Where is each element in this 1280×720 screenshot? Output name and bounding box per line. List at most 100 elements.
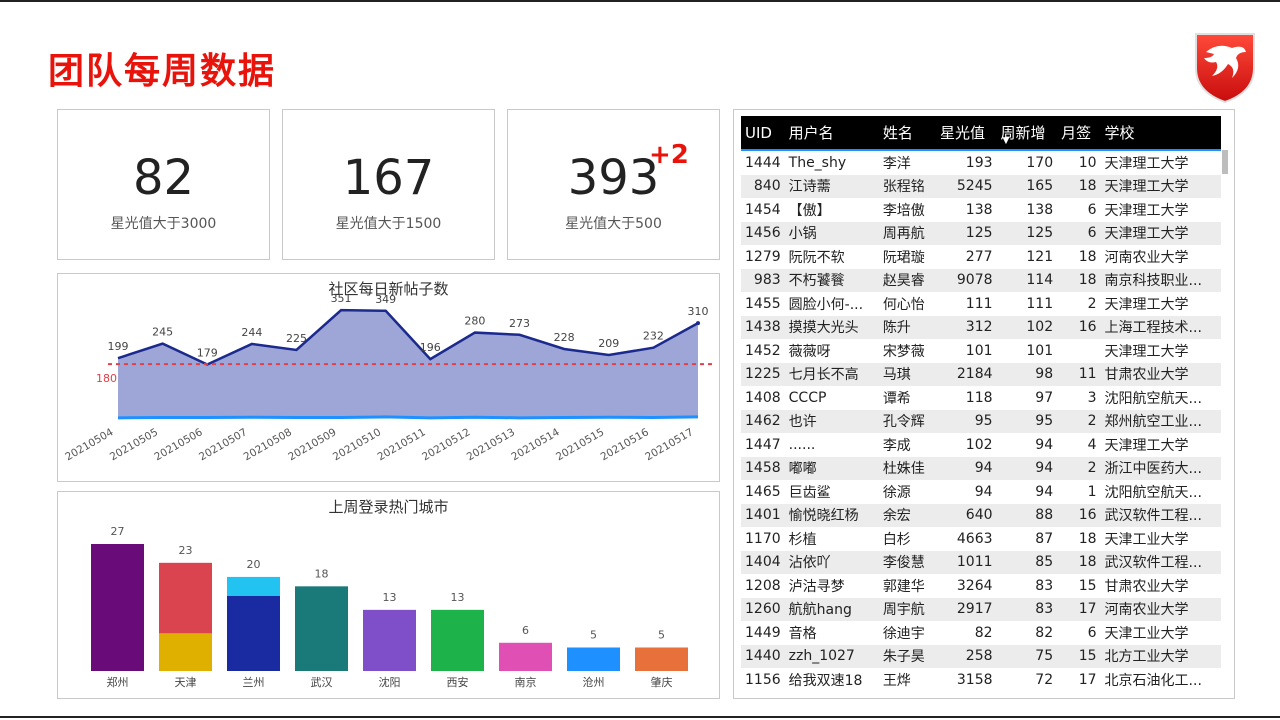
table-cell: 1208 <box>745 577 781 594</box>
table-cell: 312 <box>935 315 997 339</box>
table-cell: CCCP <box>788 389 827 406</box>
table-row[interactable]: 1447...... 李成 102 94 4 天津理工大学 <box>741 433 1221 457</box>
column-header[interactable]: 月签 <box>1057 116 1101 151</box>
table-cell: 1401 <box>741 503 785 527</box>
x-category-label: 西安 <box>447 675 469 689</box>
table-row[interactable]: 1465 巨齿鲨 徐源 94 94 1 沈阳航空航天... <box>741 480 1221 504</box>
table-cell: 阮珺璇 <box>882 249 925 266</box>
table-row[interactable]: 1401 愉悦晓红杨 余宏 640 88 16 武汉软件工程... <box>741 503 1221 527</box>
table-cell: 周再航 <box>878 221 936 245</box>
table-cell: 巨齿鲨 <box>788 484 831 501</box>
table-row[interactable]: 1444 The_shy 李洋 193 170 10 天津理工大学 <box>741 150 1221 175</box>
table-row[interactable]: 1225 七月长不高 马琪 2184 98 11 甘肃农业大学 <box>741 362 1221 386</box>
table-row[interactable]: 1458 嘟嘟 杜姝佳 94 94 2 浙江中医药大... <box>741 456 1221 480</box>
table-cell: 118 <box>965 389 993 406</box>
x-tick-label: 20210512 <box>420 426 472 463</box>
bar-segment <box>567 647 620 671</box>
table-cell: 1458 <box>741 456 785 480</box>
table-cell: 121 <box>1026 248 1054 265</box>
kpi-label: 星光值大于1500 <box>335 216 442 232</box>
kpi-value: 82 <box>132 150 195 206</box>
table-cell: 102 <box>965 436 993 453</box>
table-cell: 1404 <box>741 550 785 574</box>
table-row[interactable]: 1279 阮阮不软 阮珺璇 277 121 18 河南农业大学 <box>741 245 1221 269</box>
table-header-row: UID 用户名 姓名 星光值 周新增 ▼ 月签 学校 <box>741 116 1221 151</box>
table-cell: 94 <box>996 456 1058 480</box>
column-header[interactable]: UID <box>741 116 785 151</box>
data-label: 245 <box>152 326 173 339</box>
bar-value-label: 18 <box>315 567 329 580</box>
data-label: 199 <box>108 340 129 353</box>
table-cell: 天津理工大学 <box>1104 343 1189 360</box>
table-cell: 陈升 <box>878 315 936 339</box>
table-row[interactable]: 1170 杉植 白杉 4663 87 18 天津工业大学 <box>741 527 1221 551</box>
table-cell: 南京科技职业... <box>1100 268 1221 292</box>
table-cell: 94 <box>974 483 993 500</box>
table-scrollbar[interactable] <box>1222 150 1228 174</box>
table-cell: 983 <box>741 268 785 292</box>
table-row[interactable]: 1455 圆脸小何-... 何心怡 111 111 2 天津理工大学 <box>741 292 1221 316</box>
data-label: 225 <box>286 332 307 345</box>
table-cell: 4663 <box>956 530 993 547</box>
x-tick-label: 20210506 <box>152 426 205 463</box>
table-row[interactable]: 1408 CCCP 谭希 118 97 3 沈阳航空航天... <box>741 386 1221 410</box>
sort-desc-icon: ▼ <box>1002 136 1010 146</box>
table-cell: 天津理工大学 <box>1104 437 1189 454</box>
table-cell: 1408 <box>745 389 781 406</box>
column-header[interactable]: 周新增 ▼ <box>996 116 1058 151</box>
table-cell: 82 <box>1035 624 1054 641</box>
table-row[interactable]: 1454 【傲】 李培傲 138 138 6 天津理工大学 <box>741 198 1221 222</box>
table-row[interactable]: 1462 也许 孔令辉 95 95 2 郑州航空工业... <box>741 409 1221 433</box>
table-cell: 河南农业大学 <box>1104 249 1189 266</box>
table-row[interactable]: 1208 泸沽寻梦 郭建华 3264 83 15 甘肃农业大学 <box>741 574 1221 598</box>
table-cell: 徐源 <box>882 484 911 501</box>
bottom-border <box>0 716 1280 718</box>
table-cell: 18 <box>1057 550 1101 574</box>
table-row[interactable]: 1452 薇薇呀 宋梦薇 101 101 天津理工大学 <box>741 339 1221 363</box>
bar-segment <box>159 562 212 634</box>
table-cell: 15 <box>1057 644 1101 668</box>
table-row[interactable]: 1404 沾依吖 李俊慧 1011 85 18 武汉软件工程... <box>741 550 1221 574</box>
data-label: 196 <box>420 341 441 354</box>
table-cell: 李俊慧 <box>878 550 936 574</box>
column-header[interactable]: 姓名 <box>878 116 936 151</box>
table-row[interactable]: 840 江诗薷 张程铭 5245 165 18 天津理工大学 <box>741 174 1221 198</box>
last-point <box>696 321 700 326</box>
daily-posts-chart-panel: 社区每日新帖子数 180 199 245 179 244 225 351 349 196 280 2… <box>57 273 720 482</box>
table-cell: 武汉软件工程... <box>1100 550 1221 574</box>
table-cell: 张程铭 <box>878 174 936 198</box>
column-header[interactable]: 星光值 <box>935 116 997 151</box>
table-row[interactable]: 983 不朽饕餮 赵昊睿 9078 114 18 南京科技职业... <box>741 268 1221 292</box>
table-cell: 江诗薷 <box>784 174 879 198</box>
table-row[interactable]: 1156 给我双速18 王烨 3158 72 17 北京石油化工... <box>741 668 1221 692</box>
table-cell: 97 <box>1035 389 1054 406</box>
table-row[interactable]: 1456 小锅 周再航 125 125 6 天津理工大学 <box>741 221 1221 245</box>
table-cell: 徐迪宇 <box>882 625 925 642</box>
table-cell: 航航hang <box>784 597 879 621</box>
table-cell: 1444 <box>745 154 781 171</box>
table-cell: 75 <box>996 644 1058 668</box>
bar-segment <box>295 586 348 671</box>
table-cell: 18 <box>1078 530 1097 547</box>
kpi-card-500: 393 星光值大于500 +2 <box>507 109 720 260</box>
column-header[interactable]: 用户名 <box>784 116 879 151</box>
column-header[interactable]: 学校 <box>1100 116 1221 151</box>
table-row[interactable]: 1438 摸摸大光头 陈升 312 102 16 上海工程技术... <box>741 315 1221 339</box>
table-row[interactable]: 1449 音格 徐迪宇 82 82 6 天津工业大学 <box>741 621 1221 645</box>
bar-segment <box>363 609 416 671</box>
table-cell: 浙江中医药大... <box>1100 456 1221 480</box>
kpi-card-3000: 82 星光值大于3000 <box>57 109 270 260</box>
table-cell: 李培傲 <box>882 202 925 219</box>
x-tick-label: 20210508 <box>242 426 294 463</box>
table-row[interactable]: 1260 航航hang 周宇航 2917 83 17 河南农业大学 <box>741 597 1221 621</box>
table-cell: 音格 <box>788 625 817 642</box>
table-cell: 李成 <box>882 437 911 454</box>
table-cell: 赵昊睿 <box>878 268 936 292</box>
table-cell: 郑州航空工业... <box>1100 409 1221 433</box>
bar-value-label: 5 <box>658 628 665 641</box>
table-cell: 17 <box>1057 597 1101 621</box>
x-tick-label: 20210514 <box>509 426 562 463</box>
table-cell: 72 <box>1035 671 1054 688</box>
x-tick-label: 20210516 <box>599 426 652 463</box>
table-row[interactable]: 1440 zzh_1027 朱子昊 258 75 15 北方工业大学 <box>741 644 1221 668</box>
